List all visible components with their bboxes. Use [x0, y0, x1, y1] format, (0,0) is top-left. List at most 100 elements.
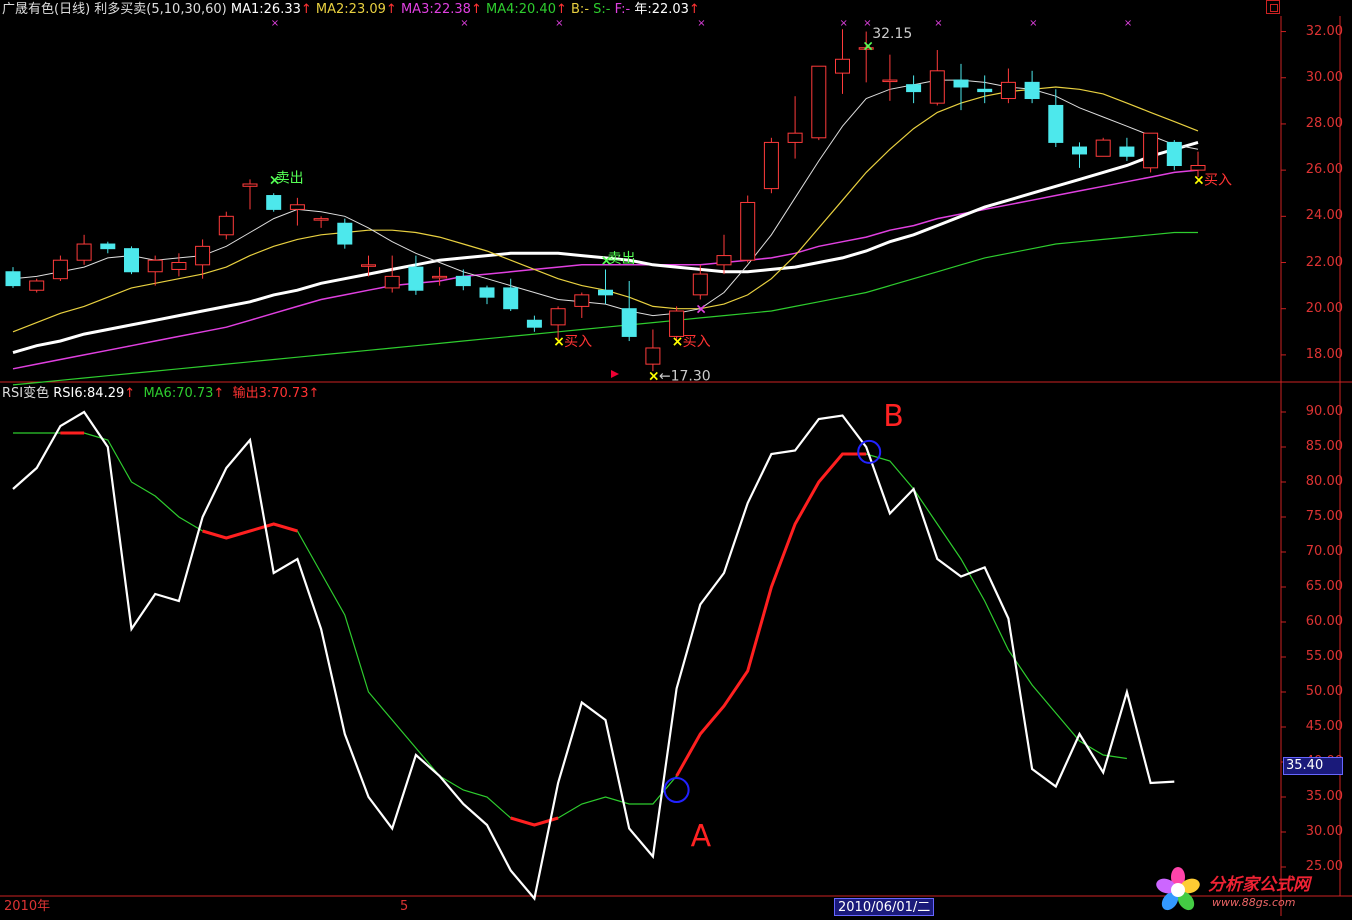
buy-signal-icon: × [553, 334, 565, 350]
rsi6-arrow: ↑ [124, 386, 136, 401]
restore-window-icon[interactable] [1266, 0, 1280, 14]
cursor-date-label: 2010/06/01/二 [834, 898, 935, 916]
price-tick-label: 30.00 [1305, 69, 1343, 85]
high-price-label: 32.15 [872, 26, 912, 42]
candle-body [621, 308, 637, 337]
b-value: B:- [571, 2, 590, 17]
candle-body [432, 275, 448, 279]
buy-signal-icon: × [672, 334, 684, 350]
date-axis-start: 2010年 [4, 899, 51, 914]
year-value: 年:22.03 [634, 2, 689, 17]
candle-body [740, 201, 756, 261]
candle-body [835, 58, 850, 74]
f-value: F:- [614, 2, 631, 17]
candle-body [29, 280, 45, 291]
candle-body [313, 218, 329, 221]
watermark-logo: 分析家公式网 www.88gs.com [1150, 862, 1350, 918]
s-value: S:- [593, 2, 611, 17]
ma-thick-line [12, 140, 1199, 355]
watermark-url: www.88gs.com [1212, 896, 1296, 909]
candle-body [52, 259, 68, 280]
candle-body [76, 243, 92, 261]
rsi-tick-label: 60.00 [1305, 614, 1343, 629]
candle-body [408, 266, 424, 291]
rsi-tick-label: 35.00 [1305, 789, 1343, 804]
candle-body [882, 79, 898, 83]
candle-body [906, 84, 922, 93]
candle-body [1095, 139, 1111, 157]
candle-body [645, 347, 661, 365]
sell-label: 卖出 [276, 170, 304, 186]
candle-body [787, 132, 803, 143]
candle-body [503, 287, 519, 310]
ma6-arrow: ↑ [213, 386, 225, 401]
signal-marker: × [863, 18, 871, 29]
candle-body [289, 204, 305, 210]
candle-body [384, 275, 400, 289]
price-tick-label: 26.00 [1305, 162, 1343, 178]
candle-body [171, 262, 187, 270]
ma3-value: MA3:22.38 [400, 2, 471, 17]
rsi-current-value-badge: 35.40 [1283, 757, 1343, 775]
candle-body [266, 195, 282, 210]
candle-body [479, 287, 495, 298]
rsi-line [12, 410, 1175, 901]
candle-body [455, 275, 471, 287]
candle-body [195, 245, 211, 266]
output-value: 输出3:70.73 [232, 386, 309, 401]
candle-body [1000, 81, 1016, 100]
scroll-marker-icon [611, 370, 619, 378]
rsi-tick-label: 85.00 [1305, 439, 1343, 454]
candle-body [1048, 104, 1064, 143]
low-signal-icon: × [648, 369, 660, 385]
watermark-name: 分析家公式网 [1208, 875, 1310, 895]
stock-title: 广晟有色(日线) [2, 2, 91, 17]
ma1-value: MA1:26.33 [230, 2, 301, 17]
candle-body [929, 70, 945, 104]
signal-marker: × [555, 18, 563, 29]
candle-body [550, 308, 566, 326]
rsi-panel-header: RSI变色 RSI6:84.29↑ MA6:70.73↑ 输出3:70.73↑ [2, 386, 319, 402]
ma4-value: MA4:20.40 [485, 2, 556, 17]
signal-marker: × [934, 18, 942, 29]
date-axis-month: 5 [400, 899, 409, 914]
candle-body [1072, 146, 1087, 155]
candle-body [1190, 165, 1206, 171]
rsi-title: RSI变色 [2, 386, 50, 401]
ma3-arrow: ↑ [470, 2, 482, 17]
candle-body [669, 310, 685, 337]
candle-body [953, 79, 969, 88]
candle-body [526, 319, 542, 328]
buy-label: 买入 [683, 334, 711, 350]
candle-body [977, 88, 993, 93]
price-tick-label: 32.00 [1305, 23, 1343, 39]
rsi-tick-label: 50.00 [1305, 684, 1343, 699]
stock-chart-canvas[interactable]: × × × × × × × × ××卖出×卖出×32.15× 买入 × 买入× 买入× ←17.30×AB [0, 0, 1352, 920]
rsi-tick-label: 75.00 [1305, 509, 1343, 524]
candle-body [598, 289, 613, 296]
candle-body [337, 222, 353, 245]
rsi-tick-label: 30.00 [1305, 824, 1343, 839]
candle-body [100, 243, 116, 250]
signal-marker: × [840, 18, 848, 29]
candle-body [1166, 141, 1182, 167]
magenta-signal-icon: × [695, 302, 707, 318]
candle-body [763, 141, 779, 190]
ma2-arrow: ↑ [385, 2, 397, 17]
signal-marker: × [1029, 18, 1037, 29]
candle-body [574, 294, 590, 307]
price-tick-label: 28.00 [1305, 115, 1343, 131]
candle-body [1119, 146, 1135, 157]
rsi-tick-label: 70.00 [1305, 544, 1343, 559]
price-tick-label: 20.00 [1305, 300, 1343, 316]
marker-a-label: A [691, 819, 712, 854]
rsi-red-segment [675, 452, 867, 777]
buy-label: 买入 [1204, 172, 1232, 188]
price-tick-label: 22.00 [1305, 254, 1343, 270]
ma4-arrow: ↑ [555, 2, 567, 17]
year-arrow: ↑ [688, 2, 700, 17]
price-tick-label: 18.00 [1305, 346, 1343, 362]
candle-body [811, 65, 827, 139]
candle-body [1024, 81, 1040, 100]
ma6-value: MA6:70.73 [143, 386, 214, 401]
